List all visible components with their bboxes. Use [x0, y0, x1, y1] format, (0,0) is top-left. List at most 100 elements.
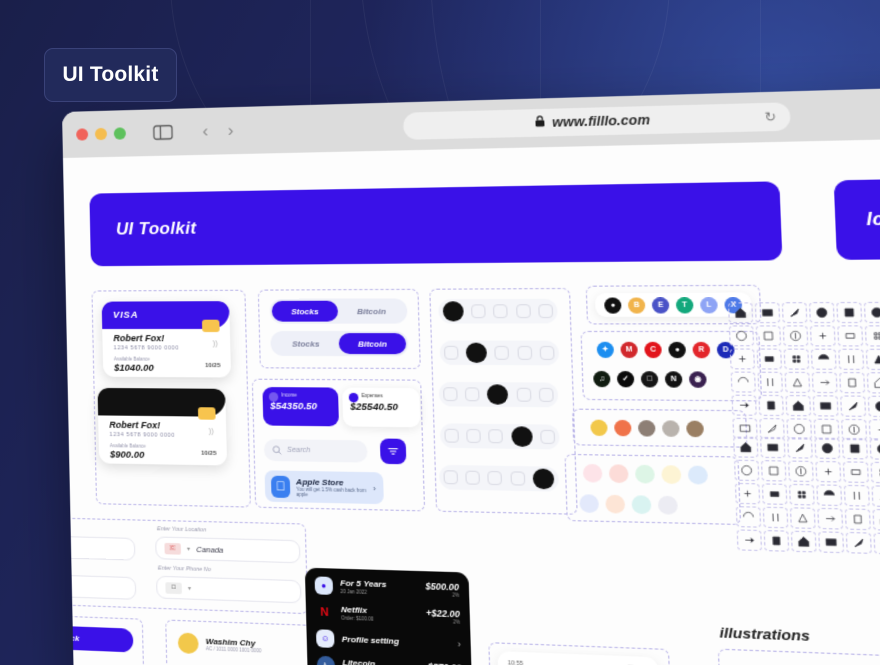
icon-cell[interactable]: [785, 395, 812, 417]
tab-item[interactable]: [493, 304, 509, 319]
credit-card-visa[interactable]: VISA )) Robert Fox! 1234 5678 9000 0000 …: [101, 301, 232, 378]
pastel-icon-row-1[interactable]: [574, 461, 731, 488]
pastel-aqua-icon[interactable]: [631, 494, 652, 514]
sidebar-toggle-icon[interactable]: [153, 124, 174, 141]
icon-cell[interactable]: [730, 371, 756, 393]
transaction-row[interactable]: Ł Litecoin LTC $870.00 +1.1%: [316, 655, 462, 665]
tab-item-active[interactable]: [465, 342, 488, 363]
segmented-control-stocks-bitcoin-1[interactable]: Stocks Bitcoin: [269, 298, 408, 324]
tab-item[interactable]: [539, 387, 555, 402]
icon-cell[interactable]: [788, 460, 814, 483]
icon-cell[interactable]: [788, 483, 815, 506]
pastel-red-icon[interactable]: [608, 463, 629, 483]
tab-item[interactable]: [540, 429, 556, 445]
segment-bitcoin[interactable]: Bitcoin: [338, 300, 406, 321]
forward-button[interactable]: ›: [223, 120, 238, 141]
icon-cell[interactable]: [863, 301, 880, 324]
icon-cell[interactable]: [841, 437, 868, 460]
icon-cell[interactable]: [810, 348, 837, 370]
icon-cell[interactable]: [734, 482, 761, 505]
tabbar-component-2[interactable]: [439, 340, 560, 366]
brand-mcdonalds-icon[interactable]: M: [620, 341, 638, 358]
url-bar[interactable]: www.filllo.com ↻: [402, 102, 791, 140]
pastel-blue-icon[interactable]: [687, 465, 709, 485]
icon-cell[interactable]: [844, 508, 871, 531]
icon-cell[interactable]: [869, 438, 880, 460]
chevron-down-icon[interactable]: ▾: [187, 545, 190, 552]
brand-black-icon[interactable]: ●: [668, 341, 687, 358]
iconography-grid-top[interactable]: [727, 301, 880, 444]
pastel-grey-icon[interactable]: [657, 495, 678, 515]
tab-item-active[interactable]: [511, 426, 533, 447]
icon-cell[interactable]: [836, 301, 863, 324]
icon-cell[interactable]: [809, 325, 836, 347]
icon-cell[interactable]: [866, 372, 880, 394]
icon-cell[interactable]: [816, 484, 843, 507]
transaction-row[interactable]: ☺ Profile setting ›: [315, 629, 461, 653]
chevron-right-icon[interactable]: ›: [373, 483, 376, 493]
icon-cell[interactable]: [758, 394, 784, 417]
icon-cell[interactable]: [867, 395, 880, 418]
tab-item[interactable]: [465, 470, 481, 485]
brand-cocacola-icon[interactable]: C: [644, 341, 662, 358]
segmented-control-stocks-bitcoin-2[interactable]: Stocks Bitcoin: [270, 330, 409, 357]
icon-cell[interactable]: [736, 529, 763, 552]
tabbar-component-4[interactable]: [439, 423, 560, 450]
back-button[interactable]: ‹: [198, 121, 212, 142]
coin-dark-icon[interactable]: ●: [604, 296, 622, 314]
discover-stock-button-filled[interactable]: Discover a Stock: [62, 623, 134, 653]
tab-item[interactable]: [538, 304, 554, 319]
tabbar-component-1[interactable]: [438, 298, 558, 324]
transaction-row[interactable]: N Netflix Order: $100.00 +$22.00 2%: [315, 603, 460, 626]
expense-card[interactable]: Expenses $25540.50: [342, 387, 421, 428]
coin-periwinkle-icon[interactable]: L: [699, 296, 718, 313]
pastel-icon-row-2[interactable]: [570, 491, 713, 518]
icon-cell[interactable]: [781, 302, 808, 324]
apple-store-offer-card[interactable]:  Apple Store You will get 1.5% cash bac…: [264, 470, 384, 505]
icon-cell[interactable]: [733, 459, 760, 482]
tab-item[interactable]: [487, 470, 503, 486]
avatar-1[interactable]: [590, 419, 608, 436]
chevron-right-icon[interactable]: ›: [457, 638, 461, 649]
tab-item[interactable]: [443, 345, 459, 360]
icon-cell[interactable]: [755, 325, 782, 347]
icon-cell[interactable]: [729, 348, 756, 370]
tab-item-active[interactable]: [532, 468, 555, 490]
name-input[interactable]: Robert Jr.: [62, 534, 136, 561]
icon-cell[interactable]: [818, 531, 845, 554]
brand-logo-row-2[interactable]: ♫ ✓  N ◉: [584, 367, 729, 392]
coin-green-icon[interactable]: T: [675, 296, 694, 313]
icon-cell[interactable]: [728, 325, 755, 347]
icon-cell[interactable]: [873, 532, 880, 555]
pastel-lav-icon[interactable]: [579, 493, 600, 513]
brand-twitch-icon[interactable]: ◉: [688, 370, 707, 388]
brand-blue-icon[interactable]: ✦: [596, 341, 615, 358]
icon-cell[interactable]: [837, 325, 864, 347]
location-input[interactable]: 🇨 ▾ Canada: [155, 536, 301, 564]
icon-cell[interactable]: [817, 507, 844, 530]
chevron-down-icon[interactable]: ▾: [188, 584, 191, 592]
brand-netflix-icon[interactable]: N: [664, 370, 683, 388]
icon-cell[interactable]: [815, 460, 842, 483]
tab-item-active[interactable]: [442, 301, 464, 322]
brand-red-icon[interactable]: R: [692, 341, 711, 358]
icon-cell[interactable]: [842, 461, 869, 484]
email-input[interactable]: [62, 573, 137, 600]
pastel-mint-icon[interactable]: [634, 464, 656, 484]
avatar-5[interactable]: [686, 420, 705, 437]
tab-item[interactable]: [517, 345, 533, 360]
icon-cell[interactable]: [871, 485, 880, 508]
avatar-row[interactable]: [581, 415, 738, 441]
icon-cell[interactable]: [840, 395, 867, 417]
icon-cell[interactable]: [761, 483, 788, 505]
icon-cell[interactable]: [814, 437, 841, 460]
reload-icon[interactable]: ↻: [764, 109, 776, 125]
tab-item[interactable]: [494, 345, 510, 360]
avatar-3[interactable]: [637, 419, 656, 437]
icon-cell[interactable]: [872, 508, 880, 531]
icon-cell[interactable]: [865, 348, 880, 371]
tab-item[interactable]: [466, 428, 481, 444]
tab-item[interactable]: [539, 345, 555, 360]
icon-cell[interactable]: [790, 530, 817, 553]
income-card[interactable]: Income $54350.50: [262, 387, 340, 427]
